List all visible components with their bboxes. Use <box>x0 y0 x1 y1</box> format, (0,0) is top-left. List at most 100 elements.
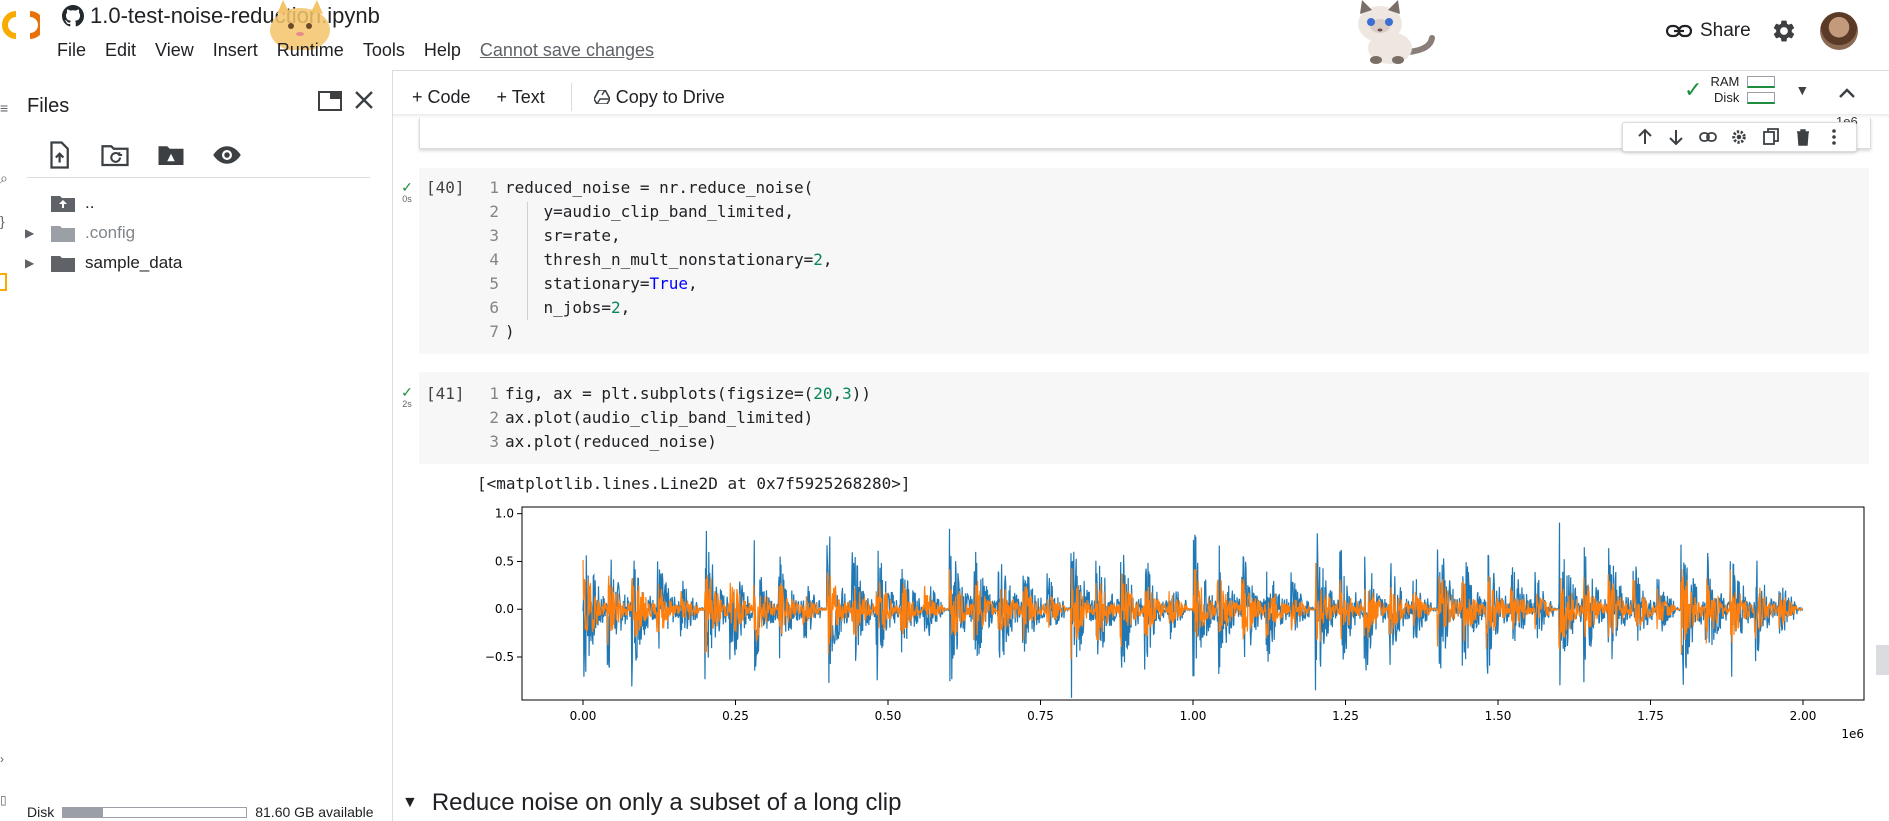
disk-usage: Disk 81.60 GB available <box>27 804 374 820</box>
scrollbar-thumb[interactable] <box>1876 645 1889 675</box>
runtime-status[interactable]: ✓ RAM Disk ▼ <box>1684 74 1809 106</box>
runtime-dropdown-icon[interactable]: ▼ <box>1795 82 1809 98</box>
add-text-button[interactable]: + Text <box>497 87 545 108</box>
cell-run-status[interactable]: ✓ 2s <box>399 385 415 409</box>
section-heading-text: Reduce noise on only a subset of a long … <box>431 789 902 816</box>
line-number: 6 <box>489 298 499 317</box>
more-options-icon[interactable] <box>1825 128 1843 146</box>
file-tree-parent[interactable]: .. <box>25 193 94 213</box>
cell-output-text: [<matplotlib.lines.Line2D at 0x7f5925268… <box>477 474 911 493</box>
y-tick-label-1: 0.5 <box>495 554 514 568</box>
share-button[interactable]: Share <box>1666 20 1751 42</box>
code-line[interactable]: sr=rate, <box>505 226 621 245</box>
expand-arrow-icon[interactable]: ▶ <box>25 256 39 270</box>
execution-count: [41] <box>426 384 465 403</box>
move-cell-up-icon[interactable] <box>1636 128 1654 146</box>
menu-file[interactable]: File <box>57 40 86 61</box>
disk-usage-fill <box>63 807 104 817</box>
y-tick-label-0: 1.0 <box>495 507 514 521</box>
menu-tools[interactable]: Tools <box>363 40 405 61</box>
mount-drive-icon[interactable] <box>156 140 186 170</box>
files-panel-title: Files <box>27 95 70 117</box>
user-avatar[interactable] <box>1820 12 1858 50</box>
header-divider <box>393 70 1889 71</box>
open-in-tab-icon[interactable] <box>318 90 342 112</box>
connected-check-icon: ✓ <box>1684 77 1703 102</box>
expand-arrow-icon[interactable]: ▶ <box>25 226 39 240</box>
notebook-toolbar: + Code + Text Copy to Drive <box>412 83 751 111</box>
move-cell-down-icon[interactable] <box>1667 128 1685 146</box>
cell-toolbar <box>1622 122 1857 152</box>
x-offset-label: 1e6 <box>1841 727 1864 741</box>
disk-label-toolbar: Disk <box>1714 90 1740 105</box>
resource-labels: RAM Disk <box>1710 74 1739 106</box>
gear-icon[interactable] <box>1771 18 1797 44</box>
mirror-cell-icon[interactable] <box>1762 128 1780 146</box>
x-tick-label-8: 2.00 <box>1790 709 1817 723</box>
cell-runtime: 2s <box>402 399 412 409</box>
code-line[interactable]: thresh_n_mult_nonstationary=2, <box>505 250 833 269</box>
left-rail-search-icon[interactable]: ⌕ <box>0 170 8 187</box>
refresh-folder-icon[interactable] <box>100 140 130 170</box>
left-rail-toc-icon[interactable]: ≡ <box>0 100 8 116</box>
line-number: 4 <box>489 250 499 269</box>
file-tree-sample-data[interactable]: ▶ sample_data <box>25 253 182 273</box>
section-heading[interactable]: ▼ Reduce noise on only a subset of a lon… <box>402 789 901 817</box>
code-line[interactable]: y=audio_clip_band_limited, <box>505 202 794 221</box>
code-line[interactable]: n_jobs=2, <box>505 298 631 317</box>
link-to-cell-icon[interactable] <box>1699 128 1717 146</box>
line-number: 1 <box>489 178 499 197</box>
folder-up-icon <box>51 196 75 212</box>
resource-meters <box>1747 76 1776 104</box>
file-tree-item-label: .. <box>85 193 95 212</box>
menu-view[interactable]: View <box>155 40 194 61</box>
menu-runtime[interactable]: Runtime <box>277 40 344 61</box>
line-number: 2 <box>489 202 499 221</box>
menu-edit[interactable]: Edit <box>105 40 136 61</box>
colab-logo[interactable] <box>0 2 40 48</box>
left-rail-terminal-icon[interactable]: ▯ <box>0 793 7 807</box>
code-line[interactable]: ax.plot(audio_clip_band_limited) <box>505 408 813 427</box>
ram-meter <box>1747 76 1776 88</box>
cat-mascot-icon <box>1358 0 1435 64</box>
code-line[interactable]: stationary=True, <box>505 274 698 293</box>
file-tree-config[interactable]: ▶ .config <box>25 223 135 243</box>
execution-count: [40] <box>426 178 465 197</box>
copy-to-drive-button[interactable]: Copy to Drive <box>593 86 725 108</box>
code-line[interactable]: ) <box>505 322 515 341</box>
menu-help[interactable]: Help <box>424 40 461 61</box>
drive-icon <box>593 90 610 104</box>
run-success-check-icon: ✓ <box>401 179 413 195</box>
left-rail-expand-icon[interactable]: › <box>0 752 4 766</box>
code-line[interactable]: ax.plot(reduced_noise) <box>505 432 717 451</box>
file-tree-item-label: .config <box>85 223 136 242</box>
chevron-up-icon[interactable] <box>1836 82 1858 104</box>
delete-cell-icon[interactable] <box>1794 128 1812 146</box>
show-hidden-files-icon[interactable] <box>212 140 242 170</box>
link-icon <box>1666 24 1692 38</box>
share-label: Share <box>1700 20 1751 41</box>
close-icon[interactable] <box>352 88 376 112</box>
x-tick-label-0: 0.00 <box>570 709 597 723</box>
add-code-button[interactable]: + Code <box>412 87 471 108</box>
run-success-check-icon: ✓ <box>401 384 413 400</box>
cell-settings-icon[interactable] <box>1730 128 1748 146</box>
x-tick-label-5: 1.25 <box>1332 709 1359 723</box>
line-number: 5 <box>489 274 499 293</box>
code-line[interactable]: reduced_noise = nr.reduce_noise( <box>505 178 813 197</box>
menu-bar: File Edit View Insert Runtime Tools Help… <box>57 40 673 61</box>
disk-available: 81.60 GB available <box>255 804 374 820</box>
cell-run-status[interactable]: ✓ 0s <box>399 180 415 204</box>
save-status-link[interactable]: Cannot save changes <box>480 40 654 61</box>
menu-insert[interactable]: Insert <box>213 40 258 61</box>
x-tick-label-3: 0.75 <box>1027 709 1054 723</box>
line-number: 3 <box>489 226 499 245</box>
left-rail-files-icon[interactable] <box>0 273 7 291</box>
upload-file-icon[interactable] <box>44 140 74 170</box>
copy-to-drive-label: Copy to Drive <box>615 86 725 107</box>
toolbar-separator <box>570 83 572 111</box>
collapse-section-icon[interactable]: ▼ <box>402 794 418 812</box>
folder-icon <box>51 226 75 242</box>
left-rail-code-icon[interactable]: } <box>0 213 5 229</box>
code-line[interactable]: fig, ax = plt.subplots(figsize=(20,3)) <box>505 384 871 403</box>
